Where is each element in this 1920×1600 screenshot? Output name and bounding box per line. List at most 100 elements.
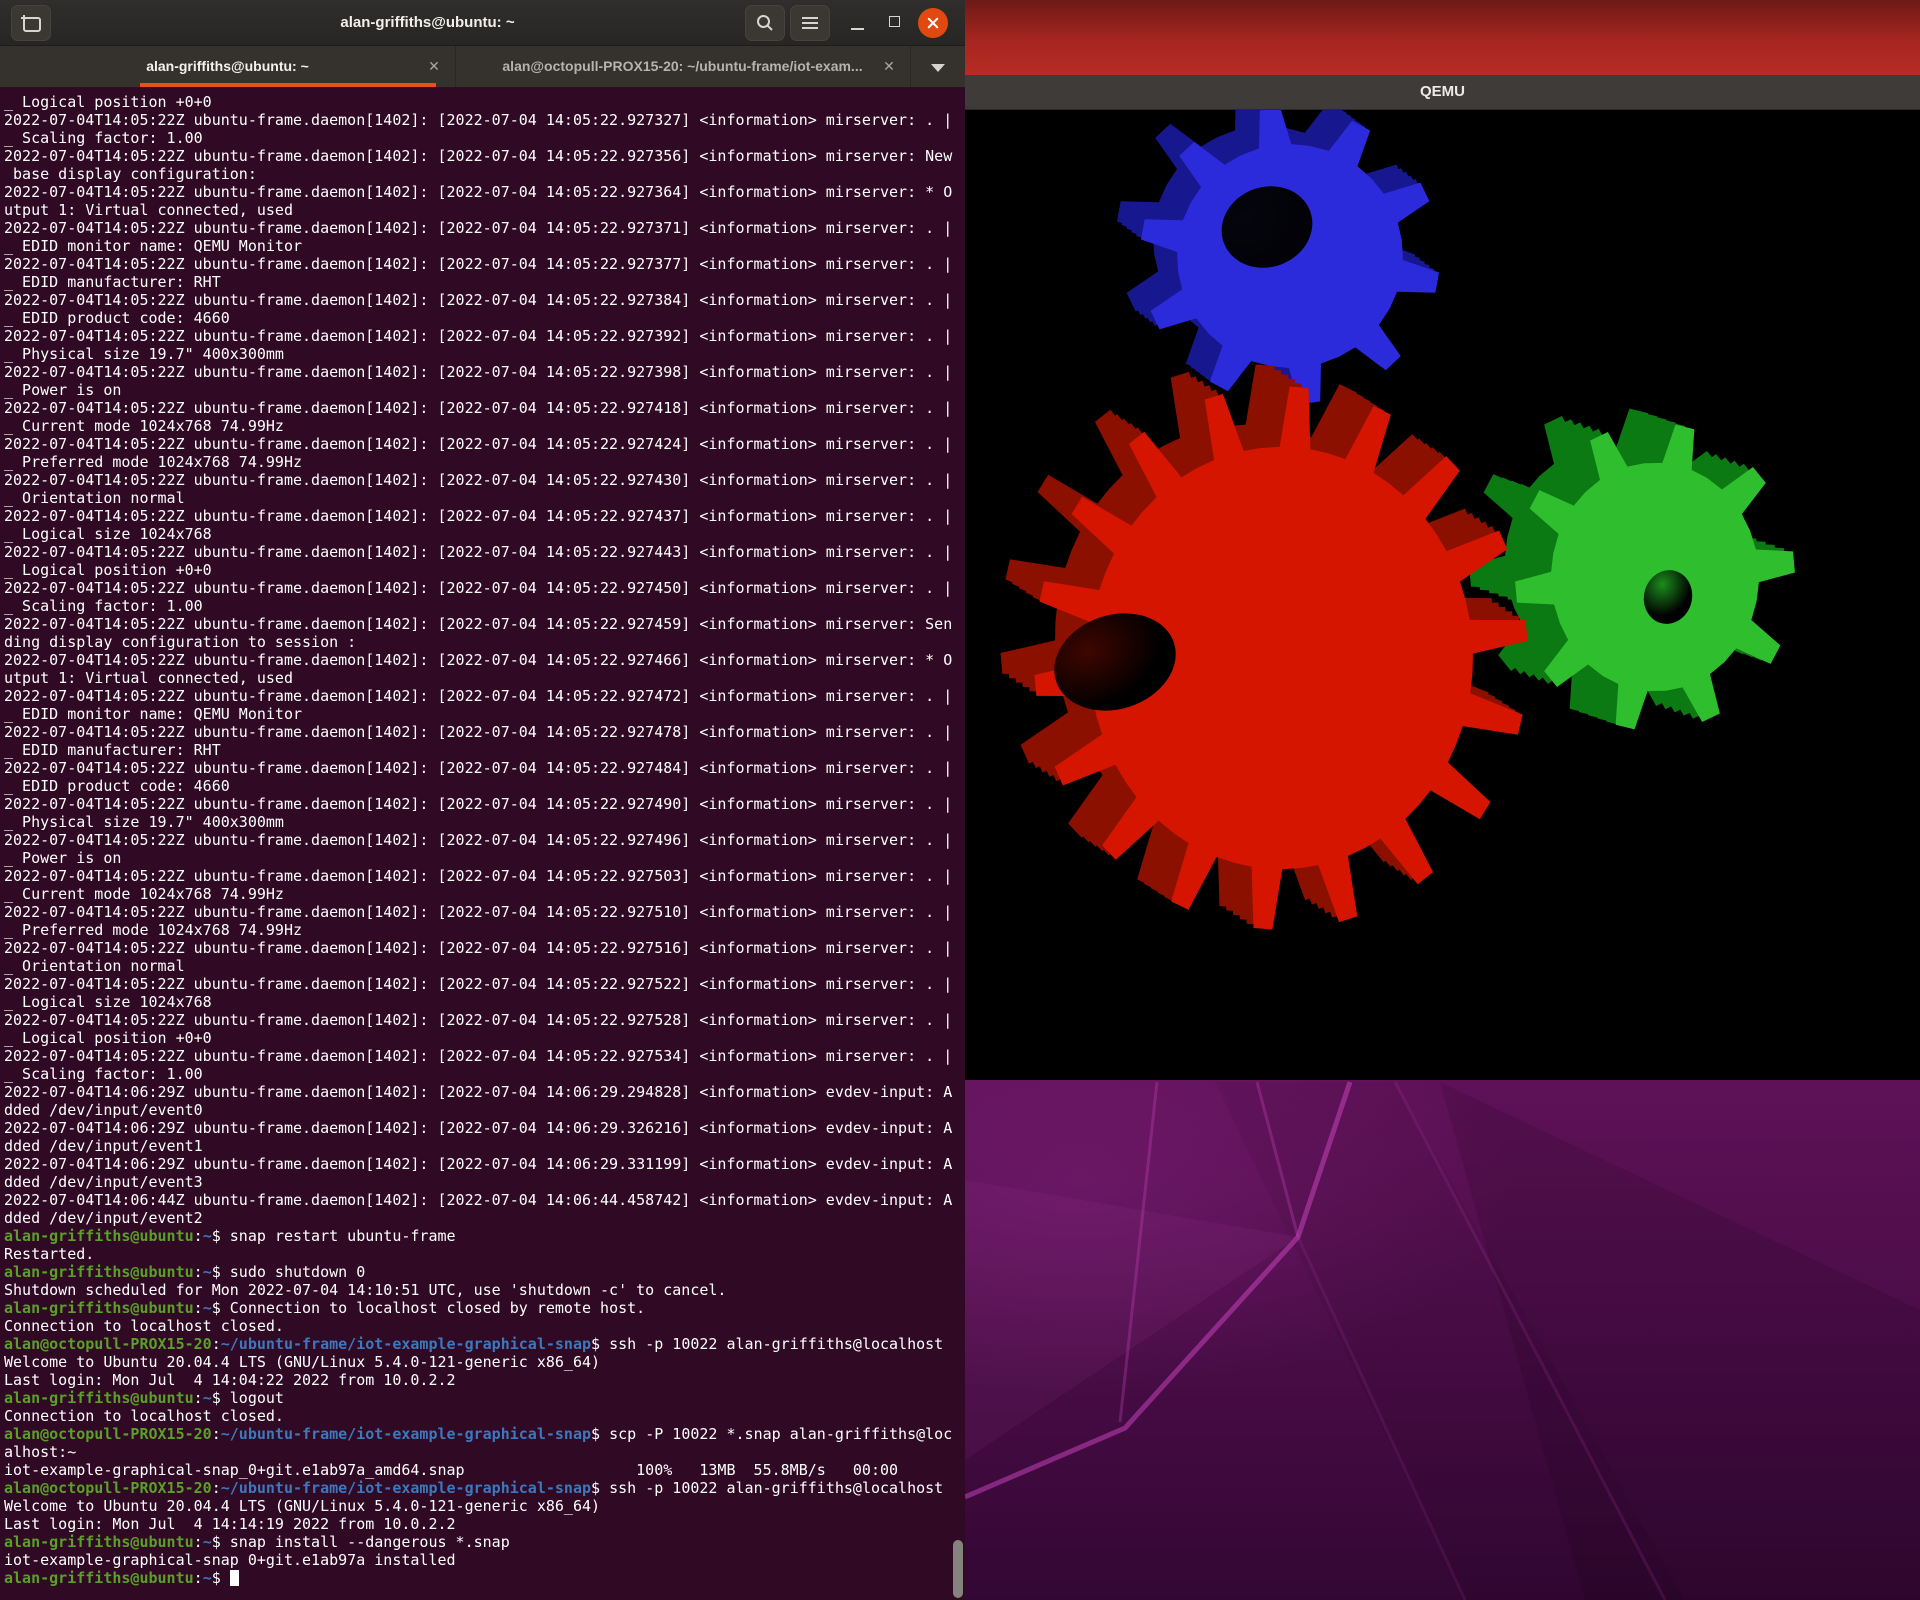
tab-remote-session[interactable]: alan@octopull-PROX15-20: ~/ubuntu-frame/… bbox=[455, 46, 911, 87]
terminal-line: dded /dev/input/event3 bbox=[4, 1173, 965, 1191]
terminal-line: 2022-07-04T14:06:29Z ubuntu-frame.daemon… bbox=[4, 1119, 965, 1137]
terminal-line: dded /dev/input/event0 bbox=[4, 1101, 965, 1119]
terminal-line: dded /dev/input/event1 bbox=[4, 1137, 965, 1155]
terminal-line: 2022-07-04T14:05:22Z ubuntu-frame.daemon… bbox=[4, 759, 965, 777]
terminal-line: 2022-07-04T14:05:22Z ubuntu-frame.daemon… bbox=[4, 219, 965, 237]
terminal-line: _ Preferred mode 1024x768 74.99Hz bbox=[4, 453, 965, 471]
terminal-line: alan@octopull-PROX15-20:~/ubuntu-frame/i… bbox=[4, 1425, 965, 1443]
terminal-line: _ Scaling factor: 1.00 bbox=[4, 1065, 965, 1083]
terminal-line: Connection to localhost closed. bbox=[4, 1407, 965, 1425]
terminal-line: 2022-07-04T14:05:22Z ubuntu-frame.daemon… bbox=[4, 831, 965, 849]
terminal-line: alan-griffiths@ubuntu:~$ sudo shutdown 0 bbox=[4, 1263, 965, 1281]
terminal-line: _ Logical size 1024x768 bbox=[4, 525, 965, 543]
terminal-line: 2022-07-04T14:05:22Z ubuntu-frame.daemon… bbox=[4, 471, 965, 489]
terminal-line: 2022-07-04T14:05:22Z ubuntu-frame.daemon… bbox=[4, 255, 965, 273]
terminal-line: _ Scaling factor: 1.00 bbox=[4, 129, 965, 147]
qemu-window-title: QEMU bbox=[1420, 83, 1465, 100]
terminal-line: _ Current mode 1024x768 74.99Hz bbox=[4, 417, 965, 435]
terminal-window: alan-griffiths@ubuntu: ~ bbox=[0, 0, 965, 1600]
terminal-line: alan-griffiths@ubuntu:~$ snap install --… bbox=[4, 1533, 965, 1551]
terminal-output[interactable]: _ Logical position +0+02022-07-04T14:05:… bbox=[0, 88, 965, 1600]
green-gear bbox=[1469, 409, 1795, 730]
tab-local-session[interactable]: alan-griffiths@ubuntu: ~ ✕ bbox=[0, 46, 456, 87]
terminal-tabbar: alan-griffiths@ubuntu: ~ ✕ alan@octopull… bbox=[0, 46, 965, 88]
terminal-line: 2022-07-04T14:05:22Z ubuntu-frame.daemon… bbox=[4, 327, 965, 345]
qemu-titlebar[interactable]: QEMU bbox=[965, 75, 1920, 110]
tab-label: alan-griffiths@ubuntu: ~ bbox=[34, 46, 421, 87]
terminal-line: utput 1: Virtual connected, used bbox=[4, 669, 965, 687]
terminal-line: 2022-07-04T14:06:44Z ubuntu-frame.daemon… bbox=[4, 1191, 965, 1209]
terminal-line: alan-griffiths@ubuntu:~$ Connection to l… bbox=[4, 1299, 965, 1317]
terminal-line: Welcome to Ubuntu 20.04.4 LTS (GNU/Linux… bbox=[4, 1497, 965, 1515]
terminal-line: _ EDID monitor name: QEMU Monitor bbox=[4, 237, 965, 255]
menu-button[interactable] bbox=[790, 5, 830, 41]
terminal-line: _ Physical size 19.7" 400x300mm bbox=[4, 813, 965, 831]
chevron-down-icon bbox=[931, 64, 945, 72]
terminal-line: alan-griffiths@ubuntu:~$ snap restart ub… bbox=[4, 1227, 965, 1245]
blue-gear bbox=[1117, 110, 1439, 404]
tab-close-icon[interactable]: ✕ bbox=[879, 46, 899, 87]
gears-scene bbox=[965, 110, 1920, 1080]
terminal-line: alan@octopull-PROX15-20:~/ubuntu-frame/i… bbox=[4, 1335, 965, 1353]
terminal-line: 2022-07-04T14:05:22Z ubuntu-frame.daemon… bbox=[4, 291, 965, 309]
terminal-line: 2022-07-04T14:05:22Z ubuntu-frame.daemon… bbox=[4, 903, 965, 921]
terminal-line: 2022-07-04T14:05:22Z ubuntu-frame.daemon… bbox=[4, 687, 965, 705]
terminal-line: 2022-07-04T14:05:22Z ubuntu-frame.daemon… bbox=[4, 723, 965, 741]
terminal-line: 2022-07-04T14:05:22Z ubuntu-frame.daemon… bbox=[4, 795, 965, 813]
terminal-cursor bbox=[230, 1570, 239, 1586]
close-icon[interactable] bbox=[918, 8, 948, 38]
minimize-icon[interactable] bbox=[851, 28, 864, 30]
screen: alan-griffiths@ubuntu: ~ bbox=[0, 0, 1920, 1600]
terminal-line: _ Orientation normal bbox=[4, 489, 965, 507]
terminal-line: _ Preferred mode 1024x768 74.99Hz bbox=[4, 921, 965, 939]
terminal-line: 2022-07-04T14:05:22Z ubuntu-frame.daemon… bbox=[4, 399, 965, 417]
active-tab-indicator bbox=[140, 83, 436, 87]
terminal-line: 2022-07-04T14:05:22Z ubuntu-frame.daemon… bbox=[4, 615, 965, 633]
qemu-display[interactable] bbox=[965, 110, 1920, 1080]
terminal-line: Last login: Mon Jul 4 14:04:22 2022 from… bbox=[4, 1371, 965, 1389]
maximize-icon[interactable] bbox=[889, 16, 900, 27]
terminal-line: alan-griffiths@ubuntu:~$ bbox=[4, 1569, 965, 1587]
terminal-line: 2022-07-04T14:05:22Z ubuntu-frame.daemon… bbox=[4, 651, 965, 669]
terminal-line: alan-griffiths@ubuntu:~$ logout bbox=[4, 1389, 965, 1407]
terminal-line: 2022-07-04T14:05:22Z ubuntu-frame.daemon… bbox=[4, 183, 965, 201]
terminal-line: _ Current mode 1024x768 74.99Hz bbox=[4, 885, 965, 903]
terminal-line: utput 1: Virtual connected, used bbox=[4, 201, 965, 219]
terminal-headerbar[interactable]: alan-griffiths@ubuntu: ~ bbox=[0, 0, 965, 46]
tab-label: alan@octopull-PROX15-20: ~/ubuntu-frame/… bbox=[489, 46, 876, 87]
terminal-line: _ Scaling factor: 1.00 bbox=[4, 597, 965, 615]
red-gear bbox=[1000, 364, 1527, 929]
tab-close-icon[interactable]: ✕ bbox=[424, 46, 444, 87]
terminal-line: ding display configuration to session : bbox=[4, 633, 965, 651]
terminal-line: alan@octopull-PROX15-20:~/ubuntu-frame/i… bbox=[4, 1479, 965, 1497]
search-button[interactable] bbox=[745, 5, 785, 41]
desktop-wallpaper: QEMU bbox=[965, 0, 1920, 1600]
terminal-line: 2022-07-04T14:05:22Z ubuntu-frame.daemon… bbox=[4, 507, 965, 525]
terminal-line: 2022-07-04T14:05:22Z ubuntu-frame.daemon… bbox=[4, 543, 965, 561]
terminal-line: _ EDID manufacturer: RHT bbox=[4, 273, 965, 291]
terminal-line: Last login: Mon Jul 4 14:14:19 2022 from… bbox=[4, 1515, 965, 1533]
new-tab-button[interactable] bbox=[11, 5, 51, 41]
terminal-line: 2022-07-04T14:06:29Z ubuntu-frame.daemon… bbox=[4, 1155, 965, 1173]
terminal-line: _ Logical size 1024x768 bbox=[4, 993, 965, 1011]
terminal-line: _ Physical size 19.7" 400x300mm bbox=[4, 345, 965, 363]
terminal-line: alhost:~ bbox=[4, 1443, 965, 1461]
terminal-line: Shutdown scheduled for Mon 2022-07-04 14… bbox=[4, 1281, 965, 1299]
terminal-line: Restarted. bbox=[4, 1245, 965, 1263]
terminal-line: _ Power is on bbox=[4, 381, 965, 399]
terminal-line: 2022-07-04T14:05:22Z ubuntu-frame.daemon… bbox=[4, 1011, 965, 1029]
terminal-line: Connection to localhost closed. bbox=[4, 1317, 965, 1335]
terminal-line: _ Logical position +0+0 bbox=[4, 1029, 965, 1047]
terminal-scrollbar-thumb[interactable] bbox=[953, 1540, 963, 1598]
terminal-line: _ EDID product code: 4660 bbox=[4, 777, 965, 795]
terminal-line: _ Logical position +0+0 bbox=[4, 93, 965, 111]
terminal-line: _ Logical position +0+0 bbox=[4, 561, 965, 579]
terminal-line: _ Power is on bbox=[4, 849, 965, 867]
terminal-line: 2022-07-04T14:05:22Z ubuntu-frame.daemon… bbox=[4, 363, 965, 381]
terminal-line: Welcome to Ubuntu 20.04.4 LTS (GNU/Linux… bbox=[4, 1353, 965, 1371]
terminal-line: 2022-07-04T14:05:22Z ubuntu-frame.daemon… bbox=[4, 975, 965, 993]
window-title: alan-griffiths@ubuntu: ~ bbox=[120, 0, 735, 46]
terminal-line: dded /dev/input/event2 bbox=[4, 1209, 965, 1227]
terminal-line: 2022-07-04T14:05:22Z ubuntu-frame.daemon… bbox=[4, 939, 965, 957]
tab-list-dropdown-button[interactable] bbox=[915, 55, 959, 79]
